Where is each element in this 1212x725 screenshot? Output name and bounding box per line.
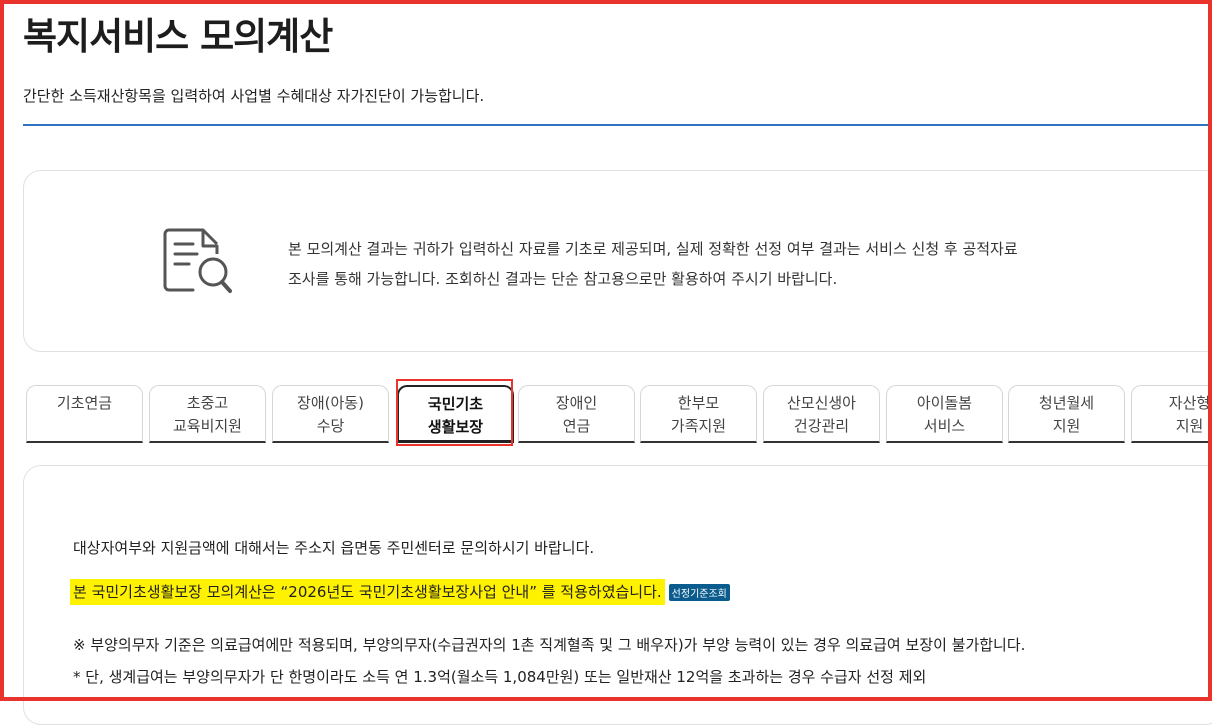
applied-notice: 본 국민기초생활보장 모의계산은 “2026년도 국민기초생활보장사업 안내” … — [70, 579, 730, 605]
disclaimer-line-1: 본 모의계산 결과는 귀하가 입력하신 자료를 기초로 제공되며, 실제 정확한… — [288, 240, 1018, 258]
tab-label: 건강관리 — [793, 417, 850, 435]
tab-label: 기초연금 — [56, 394, 113, 412]
tab-label: 지원 — [1175, 417, 1204, 435]
tab-label: 생활보장 — [427, 418, 484, 436]
service-tabs: 기초연금 초중고 교육비지원 장애(아동) 수당 국민기초 생활보장 장애인 연… — [26, 385, 1212, 445]
tab-basic-pension[interactable]: 기초연금 — [26, 385, 143, 443]
document-search-icon — [163, 228, 232, 293]
tab-label: 장애(아동) — [297, 394, 364, 412]
livelihood-benefit-note: * 단, 생계급여는 부양의무자가 단 한명이라도 소득 연 1.3억(월소득 … — [73, 668, 927, 686]
tab-single-parent-support[interactable]: 한부모 가족지원 — [640, 385, 757, 443]
tab-childcare-service[interactable]: 아이돌봄 서비스 — [886, 385, 1003, 443]
tab-school-education-support[interactable]: 초중고 교육비지원 — [149, 385, 266, 443]
disclaimer-line-2: 조사를 통해 가능합니다. 조회하신 결과는 단순 참고용으로만 활용하여 주시… — [288, 270, 838, 288]
tab-label: 교육비지원 — [172, 417, 242, 435]
tab-asset-formation-support[interactable]: 자산형 지원 — [1131, 385, 1212, 443]
tab-maternal-newborn-care[interactable]: 산모신생아 건강관리 — [763, 385, 880, 443]
page-subtitle: 간단한 소득재산항목을 입력하여 사업별 수혜대상 자가진단이 가능합니다. — [23, 87, 485, 105]
tab-basic-livelihood-security[interactable]: 국민기초 생활보장 — [397, 385, 514, 443]
tab-label: 청년월세 — [1038, 394, 1095, 412]
disclaimer-text: 본 모의계산 결과는 귀하가 입력하신 자료를 기초로 제공되며, 실제 정확한… — [288, 234, 1048, 294]
tab-disability-child-allowance[interactable]: 장애(아동) 수당 — [272, 385, 389, 443]
tab-label: 초중고 — [186, 394, 229, 412]
tab-label: 서비스 — [923, 417, 966, 435]
tab-label: 지원 — [1052, 417, 1081, 435]
tab-youth-rent-support[interactable]: 청년월세 지원 — [1008, 385, 1125, 443]
inquiry-text: 대상자여부와 지원금액에 대해서는 주소지 읍면동 주민센터로 문의하시기 바랍… — [73, 539, 595, 557]
applied-notice-text: 본 국민기초생활보장 모의계산은 “2026년도 국민기초생활보장사업 안내” … — [70, 579, 665, 605]
tab-disability-pension[interactable]: 장애인 연금 — [518, 385, 635, 443]
title-divider — [23, 124, 1212, 126]
dependent-obligor-note: ※ 부양의무자 기준은 의료급여에만 적용되며, 부양의무자(수급권자의 1촌 … — [73, 636, 1026, 654]
tab-label: 한부모 — [677, 394, 720, 412]
tab-label: 연금 — [562, 417, 591, 435]
tab-label: 가족지원 — [670, 417, 727, 435]
page-title: 복지서비스 모의계산 — [23, 15, 333, 58]
tab-label: 장애인 — [555, 394, 598, 412]
tab-label: 수당 — [316, 417, 345, 435]
tab-label: 국민기초 — [427, 395, 484, 413]
criteria-lookup-button[interactable]: 선정기준조회 — [668, 584, 730, 601]
tab-label: 아이돌봄 — [916, 394, 973, 412]
tab-label: 산모신생아 — [786, 394, 856, 412]
tab-label: 자산형 — [1168, 394, 1211, 412]
